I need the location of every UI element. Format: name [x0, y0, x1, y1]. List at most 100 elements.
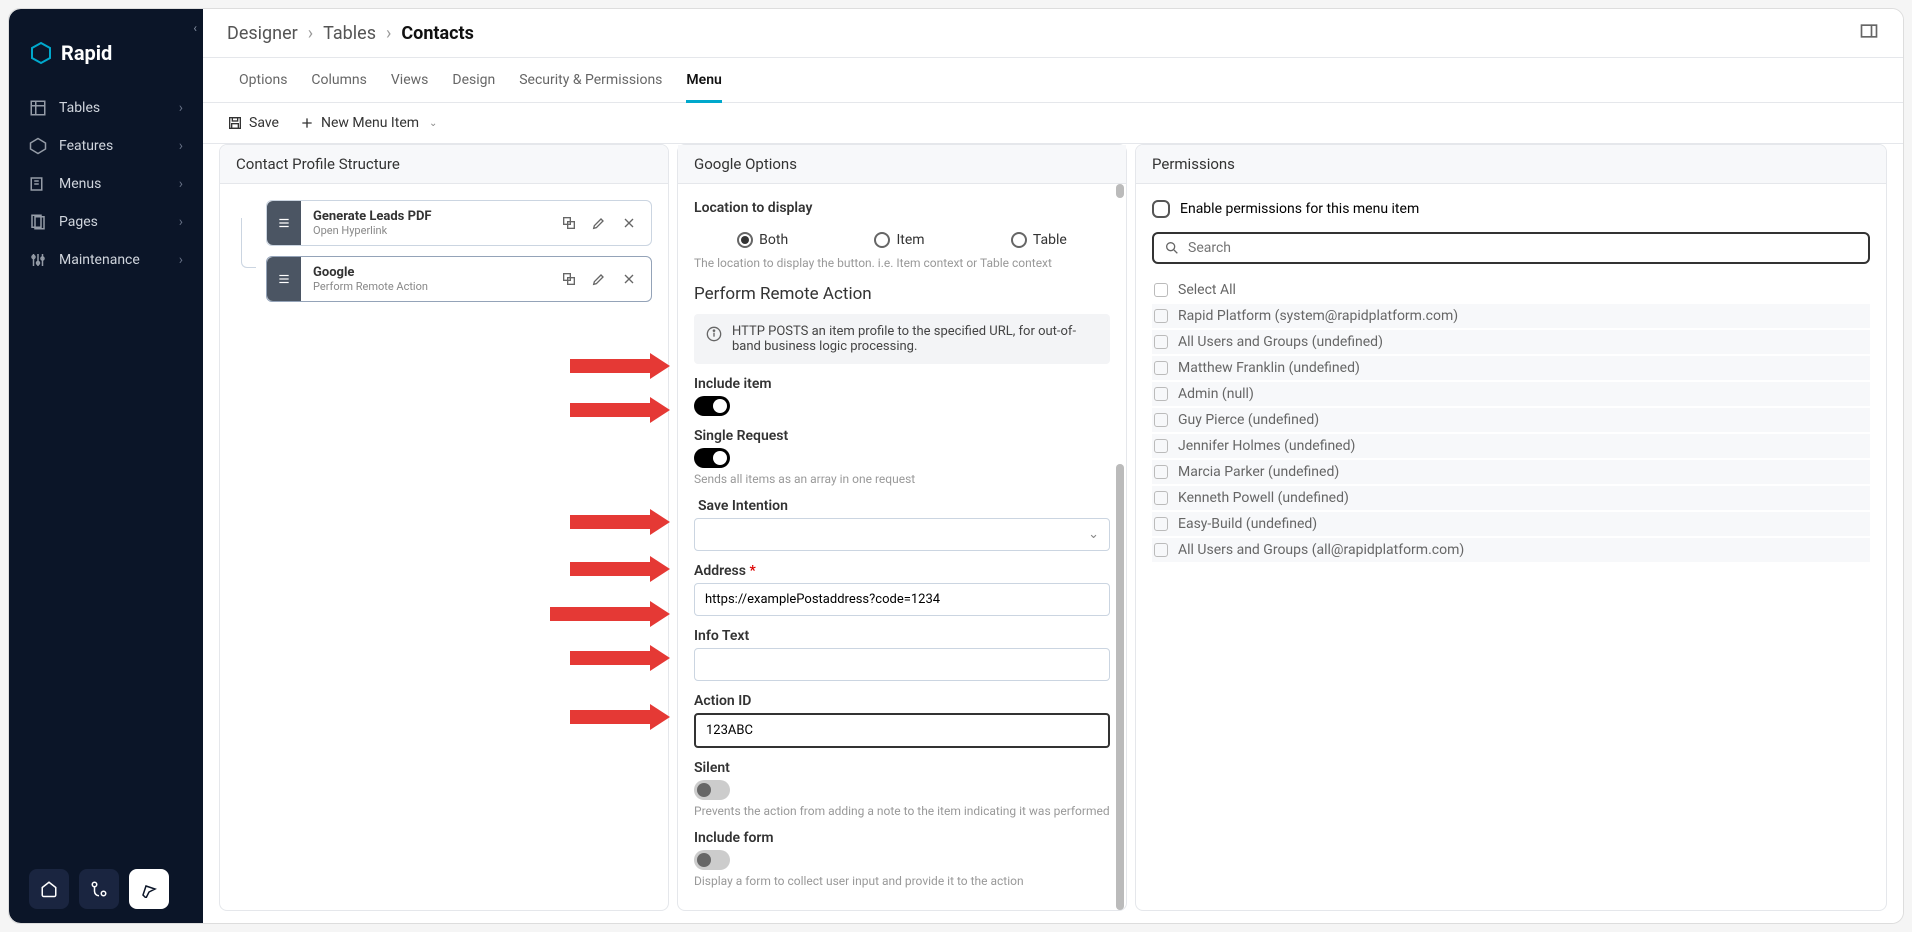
menu-item-title: Google [313, 265, 545, 280]
permissions-search[interactable] [1152, 232, 1870, 264]
design-button[interactable] [129, 869, 169, 909]
logo: Rapid [9, 9, 203, 89]
menu-item-generate-leads[interactable]: Generate Leads PDF Open Hyperlink [266, 200, 652, 246]
single-request-toggle[interactable] [694, 448, 730, 468]
crumb-tables[interactable]: Tables [323, 23, 376, 44]
single-request-label: Single Request [694, 428, 1110, 444]
chevron-right-icon: › [179, 252, 183, 268]
save-intention-label: Save Intention [694, 498, 1110, 514]
silent-toggle[interactable] [694, 780, 730, 800]
address-input[interactable] [694, 583, 1110, 616]
features-icon [29, 137, 47, 155]
section-title: Perform Remote Action [694, 284, 1110, 304]
permission-item[interactable]: Rapid Platform (system@rapidplatform.com… [1152, 304, 1870, 328]
panel-body: Generate Leads PDF Open Hyperlink [220, 184, 668, 910]
tab-views[interactable]: Views [379, 58, 441, 102]
panel-header: Contact Profile Structure [220, 145, 668, 184]
location-label: Location to display [694, 200, 1110, 216]
logo-text: Rapid [61, 41, 112, 65]
new-menu-item-button[interactable]: New Menu Item ⌄ [299, 115, 437, 131]
panel-body: Location to display Both Item Table The … [678, 184, 1126, 910]
maintenance-icon [29, 251, 47, 269]
plus-icon [299, 115, 315, 131]
crumb-contacts[interactable]: Contacts [401, 23, 473, 44]
nav-menus[interactable]: Menus › [9, 165, 203, 203]
radio-both[interactable]: Both [737, 232, 788, 248]
enable-permissions-row[interactable]: Enable permissions for this menu item [1152, 200, 1870, 232]
branch-button[interactable] [79, 869, 119, 909]
radio-table[interactable]: Table [1011, 232, 1067, 248]
save-intention-select[interactable]: ⌄ [694, 518, 1110, 551]
panel-google-options: Google Options Location to display Both … [677, 144, 1127, 911]
include-form-toggle[interactable] [694, 850, 730, 870]
permissions-list: Select All Rapid Platform (system@rapidp… [1152, 278, 1870, 562]
permission-item[interactable]: Easy-Build (undefined) [1152, 512, 1870, 536]
edit-icon[interactable] [587, 211, 611, 235]
duplicate-icon[interactable] [557, 211, 581, 235]
chevron-down-icon: ⌄ [429, 118, 437, 129]
table-icon [29, 99, 47, 117]
topbar: Designer › Tables › Contacts [203, 9, 1903, 58]
location-help: The location to display the button. i.e.… [694, 256, 1110, 270]
tab-options[interactable]: Options [227, 58, 299, 102]
edit-icon[interactable] [587, 267, 611, 291]
tabs: Options Columns Views Design Security & … [203, 58, 1903, 103]
permission-item[interactable]: Guy Pierce (undefined) [1152, 408, 1870, 432]
select-all-item[interactable]: Select All [1152, 278, 1870, 302]
nav-features[interactable]: Features › [9, 127, 203, 165]
permission-item[interactable]: Admin (null) [1152, 382, 1870, 406]
menu-item-subtitle: Open Hyperlink [313, 224, 545, 237]
tab-design[interactable]: Design [440, 58, 507, 102]
permission-item[interactable]: Jennifer Holmes (undefined) [1152, 434, 1870, 458]
chevron-right-icon: › [179, 100, 183, 116]
address-label: Address * [694, 563, 1110, 579]
search-icon [1164, 240, 1180, 256]
silent-help: Prevents the action from adding a note t… [694, 804, 1110, 818]
include-item-label: Include item [694, 376, 1110, 392]
permissions-search-input[interactable] [1188, 240, 1858, 256]
drag-handle-icon[interactable] [267, 257, 301, 301]
nav-pages[interactable]: Pages › [9, 203, 203, 241]
info-text-label: Info Text [694, 628, 1110, 644]
tab-security[interactable]: Security & Permissions [507, 58, 674, 102]
pages-icon [29, 213, 47, 231]
permission-item[interactable]: Kenneth Powell (undefined) [1152, 486, 1870, 510]
permission-item[interactable]: All Users and Groups (all@rapidplatform.… [1152, 538, 1870, 562]
single-request-help: Sends all items as an array in one reque… [694, 472, 1110, 486]
permission-item[interactable]: Matthew Franklin (undefined) [1152, 356, 1870, 380]
info-text-input[interactable] [694, 648, 1110, 681]
nav-tables[interactable]: Tables › [9, 89, 203, 127]
save-button[interactable]: Save [227, 115, 279, 131]
panel-permissions: Permissions Enable permissions for this … [1135, 144, 1887, 911]
enable-permissions-checkbox[interactable] [1152, 200, 1170, 218]
main: Designer › Tables › Contacts Options Col… [203, 9, 1903, 923]
logo-hex-icon [29, 41, 53, 65]
tab-menu[interactable]: Menu [674, 58, 733, 102]
info-icon [706, 326, 722, 342]
include-form-label: Include form [694, 830, 1110, 846]
location-radio-group: Both Item Table [694, 226, 1110, 252]
radio-item[interactable]: Item [874, 232, 924, 248]
action-id-input[interactable] [694, 713, 1110, 748]
panel-contact-profile-structure: Contact Profile Structure Generate Leads… [219, 144, 669, 911]
drag-handle-icon[interactable] [267, 201, 301, 245]
breadcrumb: Designer › Tables › Contacts [227, 23, 474, 44]
home-icon [40, 880, 58, 898]
panel-icon[interactable] [1859, 21, 1879, 45]
permission-item[interactable]: Marcia Parker (undefined) [1152, 460, 1870, 484]
close-icon[interactable] [617, 267, 641, 291]
design-icon [140, 880, 158, 898]
duplicate-icon[interactable] [557, 267, 581, 291]
home-button[interactable] [29, 869, 69, 909]
close-icon[interactable] [617, 211, 641, 235]
permission-item[interactable]: All Users and Groups (undefined) [1152, 330, 1870, 354]
chevron-right-icon: › [179, 214, 183, 230]
sidebar-nav: Tables › Features › Menus › Pages › Main… [9, 89, 203, 855]
include-item-toggle[interactable] [694, 396, 730, 416]
include-form-help: Display a form to collect user input and… [694, 874, 1110, 888]
nav-maintenance[interactable]: Maintenance › [9, 241, 203, 279]
menu-item-google[interactable]: Google Perform Remote Action [266, 256, 652, 302]
crumb-designer[interactable]: Designer [227, 23, 298, 44]
tab-columns[interactable]: Columns [299, 58, 378, 102]
sidebar-collapse-icon[interactable]: ‹ [193, 21, 197, 35]
